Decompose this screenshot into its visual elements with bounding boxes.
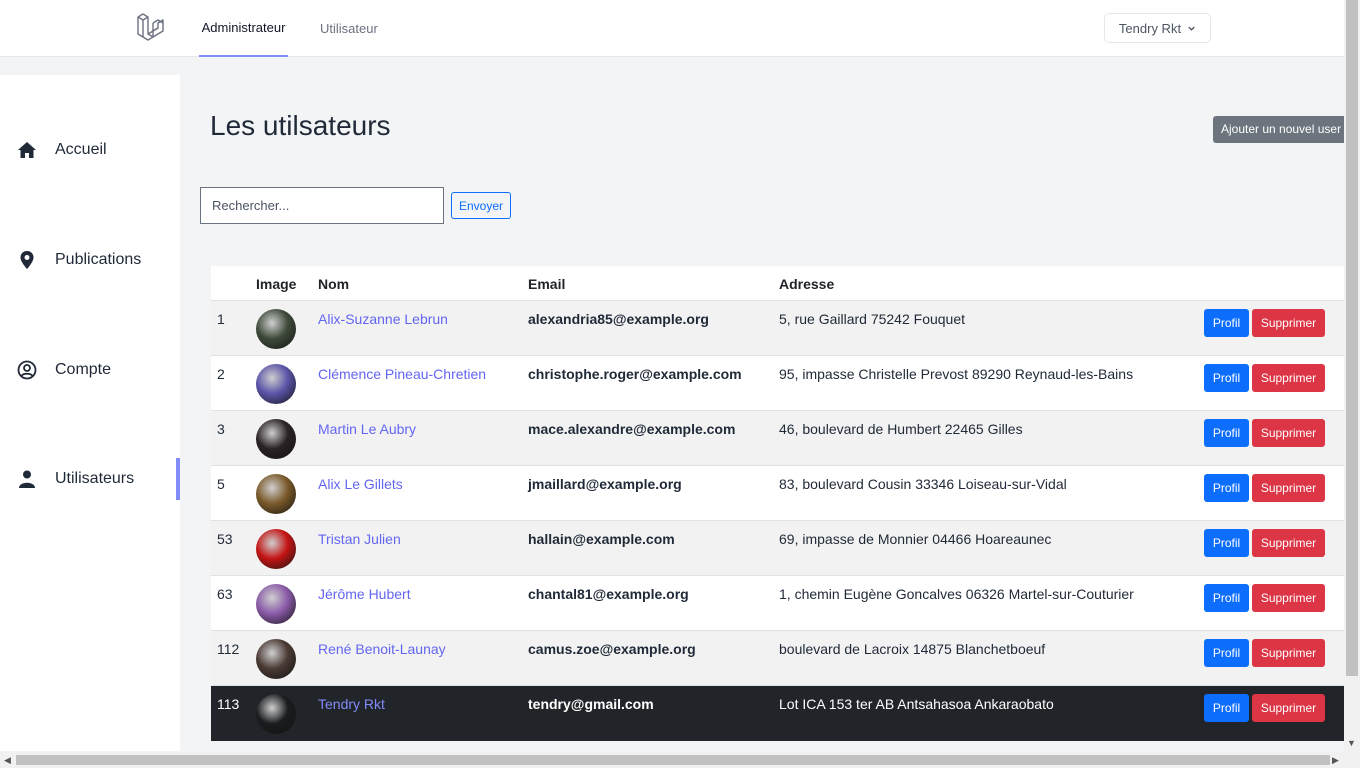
avatar	[256, 694, 296, 734]
user-address: 46, boulevard de Humbert 22465 Gilles	[779, 421, 1023, 437]
user-id: 5	[217, 476, 225, 492]
table-row: 113 Tendry Rkt tendry@gmail.com Lot ICA 153…	[211, 686, 1344, 741]
user-address: 95, impasse Christelle Prevost 89290 Rey…	[779, 366, 1134, 382]
avatar	[256, 639, 296, 679]
delete-button[interactable]: Supprimer	[1252, 639, 1325, 667]
sidebar: Accueil Publications Compte Utilisateurs	[0, 75, 180, 751]
page-title: Les utilsateurs	[210, 110, 391, 141]
avatar	[256, 474, 296, 514]
map-pin-icon	[20, 251, 34, 269]
avatar	[256, 419, 296, 459]
sidebar-item-publications[interactable]: Publications	[0, 239, 180, 281]
user-name-link[interactable]: Alix Le Gillets	[318, 476, 403, 492]
delete-button[interactable]: Supprimer	[1252, 419, 1325, 447]
user-email: camus.zoe@example.org	[528, 641, 696, 657]
user-name-link[interactable]: Tristan Julien	[318, 531, 401, 547]
user-id: 1	[217, 311, 225, 327]
profile-button[interactable]: Profil	[1204, 364, 1249, 392]
table-row: 1 Alix-Suzanne Lebrun alexandria85@example…	[211, 301, 1344, 356]
chevron-down-icon	[1188, 26, 1195, 31]
users-table: Image Nom Email Adresse 1 Alix-Suzanne Le…	[211, 266, 1344, 741]
table-row: 63 Jérôme Hubert chantal81@example.org 1, c…	[211, 576, 1344, 631]
user-address: 69, impasse de Monnier 04466 Hoareaunec	[779, 531, 1052, 547]
user-icon	[19, 470, 35, 488]
profile-button[interactable]: Profil	[1204, 474, 1249, 502]
user-address: 83, boulevard Cousin 33346 Loiseau-sur-V…	[779, 476, 1067, 492]
user-id: 53	[217, 531, 233, 547]
table-row: 112 René Benoit-Launay camus.zoe@example.o…	[211, 631, 1344, 686]
user-email: chantal81@example.org	[528, 586, 689, 602]
user-email: mace.alexandre@example.com	[528, 421, 736, 437]
profile-button[interactable]: Profil	[1204, 694, 1249, 722]
user-address: 5, rue Gaillard 75242 Fouquet	[779, 311, 966, 327]
column-header-adresse: Adresse	[779, 276, 835, 292]
delete-button[interactable]: Supprimer	[1252, 309, 1325, 337]
laravel-logo-icon[interactable]	[134, 12, 166, 44]
sidebar-item-compte[interactable]: Compte	[0, 349, 180, 391]
column-header-image: Image	[256, 276, 297, 292]
table-row: 5 Alix Le Gillets jmaillard@example.org 83,…	[211, 466, 1344, 521]
avatar	[256, 529, 296, 569]
delete-button[interactable]: Supprimer	[1252, 474, 1325, 502]
profile-button[interactable]: Profil	[1204, 309, 1249, 337]
column-header-nom: Nom	[318, 276, 350, 292]
sidebar-item-accueil[interactable]: Accueil	[0, 129, 180, 171]
profile-button[interactable]: Profil	[1204, 529, 1249, 557]
delete-button[interactable]: Supprimer	[1252, 364, 1325, 392]
user-id: 113	[217, 696, 240, 712]
search-input[interactable]	[200, 187, 444, 224]
user-name-link[interactable]: Jérôme Hubert	[318, 586, 411, 602]
user-name-link[interactable]: Martin Le Aubry	[318, 421, 416, 437]
avatar	[256, 309, 296, 349]
sidebar-item-label: Compte	[55, 361, 112, 378]
user-menu-label: Tendry Rkt	[1118, 20, 1182, 36]
vertical-scrollbar-thumb[interactable]	[1346, 0, 1358, 676]
delete-button[interactable]: Supprimer	[1252, 694, 1325, 722]
user-address: Lot ICA 153 ter AB Antsahasoa Ankaraobat…	[779, 696, 1054, 712]
profile-button[interactable]: Profil	[1204, 639, 1249, 667]
user-name-link[interactable]: Clémence Pineau-Chretien	[318, 366, 486, 382]
user-address: 1, chemin Eugène Goncalves 06326 Martel-…	[779, 586, 1134, 602]
tab-utilisateur[interactable]: Utilisateur	[320, 0, 378, 57]
column-header-email: Email	[528, 276, 566, 292]
user-id: 2	[217, 366, 225, 382]
user-menu-button[interactable]: Tendry Rkt	[1104, 13, 1211, 43]
user-email: christophe.roger@example.com	[528, 366, 742, 382]
user-id: 3	[217, 421, 225, 437]
table-header: Image Nom Email Adresse	[211, 266, 1344, 301]
user-id: 112	[217, 641, 240, 657]
tab-administrateur[interactable]: Administrateur	[199, 0, 288, 57]
scroll-left-arrow-icon[interactable]: ◀	[4, 755, 11, 766]
sidebar-item-utilisateurs[interactable]: Utilisateurs	[0, 458, 180, 500]
user-id: 63	[217, 586, 233, 602]
avatar	[256, 364, 296, 404]
home-icon	[18, 142, 36, 158]
table-row: 53 Tristan Julien hallain@example.com 69, i…	[211, 521, 1344, 576]
profile-button[interactable]: Profil	[1204, 584, 1249, 612]
top-navbar: Administrateur Utilisateur Tendry Rkt	[0, 0, 1344, 57]
delete-button[interactable]: Supprimer	[1252, 529, 1325, 557]
sidebar-item-label: Publications	[55, 251, 142, 268]
avatar	[256, 584, 296, 624]
sidebar-item-label: Utilisateurs	[55, 470, 135, 487]
user-name-link[interactable]: René Benoit-Launay	[318, 641, 446, 657]
table-row: 3 Martin Le Aubry mace.alexandre@example.c…	[211, 411, 1344, 466]
table-row: 2 Clémence Pineau-Chretien christophe.roge…	[211, 356, 1344, 411]
user-name-link[interactable]: Alix-Suzanne Lebrun	[318, 311, 448, 327]
user-name-link[interactable]: Tendry Rkt	[318, 696, 385, 712]
scroll-right-arrow-icon[interactable]: ▶	[1332, 755, 1339, 766]
delete-button[interactable]: Supprimer	[1252, 584, 1325, 612]
user-email: tendry@gmail.com	[528, 696, 654, 712]
add-user-button[interactable]: Ajouter un nouvel user	[1213, 116, 1353, 143]
user-email: jmaillard@example.org	[528, 476, 682, 492]
horizontal-scrollbar-thumb[interactable]	[16, 755, 1330, 765]
user-email: hallain@example.com	[528, 531, 675, 547]
profile-button[interactable]: Profil	[1204, 419, 1249, 447]
send-button[interactable]: Envoyer	[451, 192, 511, 219]
user-email: alexandria85@example.org	[528, 311, 709, 327]
scroll-down-arrow-icon[interactable]: ▼	[1347, 738, 1356, 748]
user-circle-icon	[17, 360, 37, 380]
sidebar-item-label: Accueil	[55, 141, 107, 158]
user-address: boulevard de Lacroix 14875 Blanchetboeuf	[779, 641, 1046, 657]
